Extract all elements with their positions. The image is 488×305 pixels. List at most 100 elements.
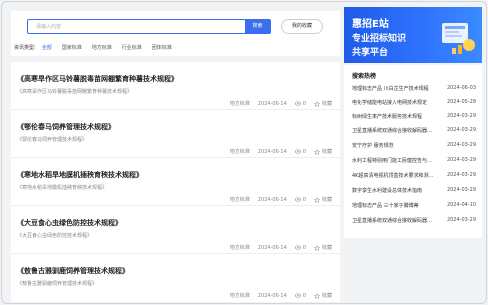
article-tag: 地方标准 [229,197,250,203]
views: 0 [294,196,306,203]
article-title[interactable]: 《鄂伦春马饲养管理技术规程》 [17,122,115,132]
eye-icon [294,149,301,154]
article-desc: 《高寒旱作区马铃薯脱毒苗网棚繁育种薯技术规程》 [17,89,133,95]
hot-item-title[interactable]: 卫星直播系统双通综合接收解码器… [352,127,438,136]
hot-item-title[interactable]: 4K超高清电视机顶盒技术要求和测… [352,172,438,181]
hot-item-date: 2024-03-29 [446,113,476,119]
hot-item[interactable]: 水利工程特别用门能工民健控告与… 2024-03-29 [352,157,476,166]
favorite-label: 收藏 [321,197,332,203]
article-meta: 地方标准 2024-06-14 0 收藏 [222,100,332,107]
view-count: 0 [302,100,306,107]
article-meta: 地方标准 2024-06-14 0 收藏 [222,292,332,299]
favorite-button[interactable]: 收藏 [313,100,332,107]
eye-icon [294,293,301,298]
star-icon [313,244,320,251]
hot-item[interactable]: 标树绿生率产技术服务技术规程 2024-03-29 [352,113,476,122]
list-item[interactable]: 《大豆食心虫绿色防控技术规程》 《大豆食心虫绿色防控技术规程》 地方标准 202… [11,206,340,254]
article-desc: 《敖鲁古雅驯鹿饲养管理技术规程》 [17,281,98,287]
banner-illustration [442,23,475,54]
article-date: 2024-06-14 [257,244,287,251]
app-window: 搜索 我的收藏 资讯类型: 全部 国家标准 地方标准 行业标准 团体标准 《高寒… [1,1,487,304]
star-icon [313,148,320,155]
category-local[interactable]: 地方标准 [92,44,112,51]
article-desc: 《鄂伦春马饲养管理技术规程》 [17,137,88,143]
category-national[interactable]: 国家标准 [62,44,82,51]
promo-banner[interactable]: 惠招E站 专业招标知识 共享平台 [344,7,482,63]
favorite-button[interactable]: 收藏 [313,292,332,299]
hot-item[interactable]: 数字孪生水利建设总体技术指南 2024-03-29 [352,187,476,196]
article-tag: 地方标准 [229,245,250,251]
hot-item-date: 2024-04-10 [446,202,476,208]
hot-item-title[interactable]: 地理标志产品 三十家子膊博蒂 [352,202,438,211]
article-date: 2024-06-14 [257,148,287,155]
hot-item[interactable]: 卫星直播系统双通综合接收解码器… 2024-03-29 [352,127,476,136]
article-date: 2024-06-14 [257,292,287,299]
views: 0 [294,292,306,299]
hot-item-date: 2024-03-29 [446,172,476,178]
favorite-button[interactable]: 收藏 [313,244,332,251]
hot-item[interactable]: 地理标志产品 三十家子膊博蒂 2024-04-10 [352,202,476,211]
favorite-label: 收藏 [321,293,332,299]
article-date: 2024-06-14 [257,196,287,203]
article-title[interactable]: 《大豆食心虫绿色防控技术规程》 [17,218,122,228]
views: 0 [294,149,306,155]
article-meta: 地方标准 2024-06-14 0 收藏 [222,148,332,155]
article-meta: 地方标准 2024-06-14 0 收藏 [222,196,332,203]
hot-search-panel: 搜索热榜 地理标志产品 川白芷生产技术规程 2024-06-03 电化学储能电站接… [344,65,482,238]
article-tag: 地方标准 [229,149,250,155]
search-button[interactable]: 搜索 [245,20,270,33]
hot-item[interactable]: 地理标志产品 川白芷生产技术规程 2024-06-03 [352,85,476,94]
favorite-label: 收藏 [321,101,332,107]
hot-item-date: 2024-05-28 [446,99,476,105]
views: 0 [294,100,306,107]
hot-item-title[interactable]: 电化学储能电站接入电网技术规定 [352,99,438,108]
hot-item-title[interactable]: 卫星直播系统双通综合接收解码器… [352,217,438,226]
view-count: 0 [302,292,306,299]
eye-icon [294,101,301,106]
list-item[interactable]: 《高寒旱作区马铃薯脱毒苗网棚繁育种薯技术规程》 《高寒旱作区马铃薯脱毒苗网棚繁育… [11,62,340,110]
category-all[interactable]: 全部 [42,44,52,51]
search-box: 搜索 [27,19,271,34]
category-industry[interactable]: 行业标准 [122,44,142,51]
article-title[interactable]: 《敖鲁古雅驯鹿饲养管理技术规程》 [17,266,129,276]
hot-item[interactable]: 安宁疗护 服务规范 2024-03-29 [352,142,476,151]
hot-item-date: 2024-06-03 [446,85,476,91]
eye-icon [294,197,301,202]
hot-item-title[interactable]: 标树绿生率产技术服务技术规程 [352,113,438,122]
hot-item-title[interactable]: 水利工程特别用门能工民健控告与… [352,157,438,166]
hot-item-date: 2024-03-29 [446,187,476,193]
star-icon [313,100,320,107]
favorite-label: 收藏 [321,245,332,251]
views: 0 [294,245,306,251]
favorite-button[interactable]: 收藏 [313,196,332,203]
my-favorites-button[interactable]: 我的收藏 [281,19,323,34]
hot-item-date: 2024-03-29 [446,127,476,133]
article-title[interactable]: 《寒地水稻旱地膜机插秧育秧技术规程》 [17,170,143,180]
view-count: 0 [302,196,306,203]
list-item[interactable]: 《敖鲁古雅驯鹿饲养管理技术规程》 《敖鲁古雅驯鹿饲养管理技术规程》 地方标准 2… [11,254,340,302]
article-tag: 地方标准 [229,293,250,299]
list-item[interactable]: 《寒地水稻旱地膜机插秧育秧技术规程》 《寒地水稻旱地膜机插秧育秧技术规程》 地方… [11,158,340,206]
hot-item[interactable]: 卫星直播系统双通综合接收解码器… 2024-03-29 [352,217,476,226]
banner-slogan-1: 专业招标知识 [352,34,407,44]
star-icon [313,196,320,203]
hot-item-date: 2024-03-29 [446,217,476,223]
favorite-label: 收藏 [321,149,332,155]
search-input[interactable] [28,20,238,33]
article-tag: 地方标准 [229,101,250,107]
banner-brand: 惠招E站 [352,19,389,30]
star-icon [313,292,320,299]
hot-item-title[interactable]: 地理标志产品 川白芷生产技术规程 [352,85,438,94]
hot-item[interactable]: 电化学储能电站接入电网技术规定 2024-05-28 [352,99,476,108]
article-title[interactable]: 《高寒旱作区马铃薯脱毒苗网棚繁育种薯技术规程》 [17,74,178,84]
hot-item-title[interactable]: 数字孪生水利建设总体技术指南 [352,187,438,196]
hot-item-date: 2024-03-29 [446,157,476,163]
list-item[interactable]: 《鄂伦春马饲养管理技术规程》 《鄂伦春马饲养管理技术规程》 地方标准 2024-… [11,110,340,158]
hot-item-date: 2024-03-29 [446,142,476,148]
category-group[interactable]: 团体标准 [152,44,172,51]
article-desc: 《大豆食心虫绿色防控技术规程》 [17,233,93,239]
hot-search-title: 搜索热榜 [352,73,377,80]
hot-item-title[interactable]: 安宁疗护 服务规范 [352,142,438,151]
hot-item[interactable]: 4K超高清电视机顶盒技术要求和测… 2024-03-29 [352,172,476,181]
favorite-button[interactable]: 收藏 [313,148,332,155]
